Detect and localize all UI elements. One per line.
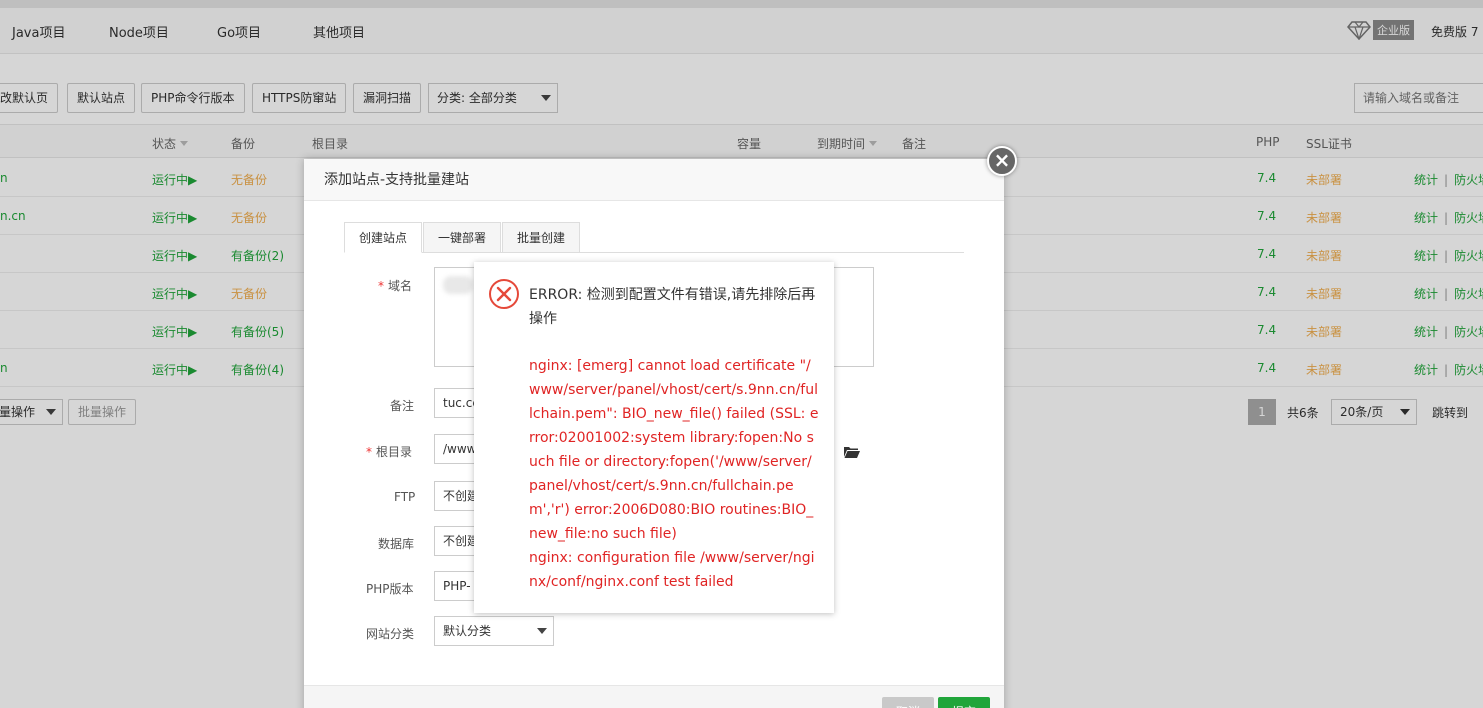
required-mark: * <box>366 445 372 459</box>
php-version-label: PHP版本 <box>366 582 414 596</box>
database-label: 数据库 <box>378 537 415 551</box>
ftp-select[interactable]: 不创建 <box>434 481 478 511</box>
close-icon[interactable]: × <box>987 146 1017 176</box>
note-label: 备注 <box>390 399 415 413</box>
domain-label-text: 域名 <box>388 279 413 293</box>
root-dir-label: * 根目录 <box>366 443 412 460</box>
php-version-select[interactable]: PHP- <box>434 571 478 601</box>
tab-batch-create[interactable]: 批量创建 <box>502 222 581 253</box>
site-category-label: 网站分类 <box>366 627 415 641</box>
submit-button[interactable]: 提交 <box>938 697 991 708</box>
folder-icon[interactable] <box>844 446 860 458</box>
error-detail-line: nginx: configuration file /www/server/ng… <box>529 550 815 590</box>
error-title: ERROR: 检测到配置文件有错误,请先排除后再操作 <box>529 287 816 327</box>
note-input[interactable]: tuc.cc <box>434 388 478 418</box>
cancel-button[interactable]: 取消 <box>882 697 935 708</box>
error-message-box: ERROR: 检测到配置文件有错误,请先排除后再操作 nginx: [emerg… <box>474 262 834 613</box>
chevron-down-icon <box>537 628 547 634</box>
error-detail: nginx: [emerg] cannot load certificate "… <box>529 354 819 594</box>
ftp-label: FTP <box>394 490 416 504</box>
root-dir-input[interactable]: /www <box>434 434 478 464</box>
root-dir-label-text: 根目录 <box>376 445 413 459</box>
redacted-text <box>443 276 473 294</box>
required-mark: * <box>378 279 384 293</box>
dialog-footer: 取消 提交 <box>304 685 1004 708</box>
dialog-title: 添加站点-支持批量建站 <box>304 159 1004 201</box>
error-circle-icon <box>489 279 519 309</box>
dialog-tabs: 创建站点 一键部署 批量创建 <box>344 222 964 253</box>
tab-create-site[interactable]: 创建站点 <box>344 222 423 253</box>
site-category-select[interactable]: 默认分类 <box>434 616 554 646</box>
database-select[interactable]: 不创建 <box>434 526 478 556</box>
error-detail-line: nginx: [emerg] cannot load certificate "… <box>529 358 819 542</box>
tab-one-click-deploy[interactable]: 一键部署 <box>423 222 502 253</box>
domain-label: * 域名 <box>378 277 412 294</box>
site-category-value: 默认分类 <box>443 624 492 638</box>
